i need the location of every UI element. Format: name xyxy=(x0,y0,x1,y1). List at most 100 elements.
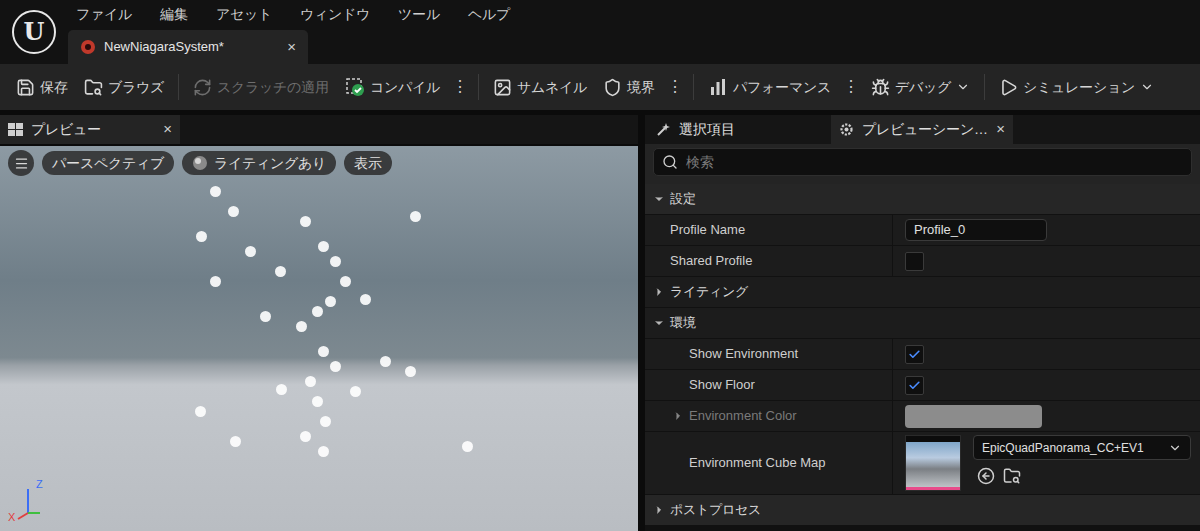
toolbar-button[interactable]: サムネイル xyxy=(485,73,595,102)
viewport-button[interactable]: パースペクティブ xyxy=(42,151,174,175)
bounds-icon xyxy=(603,78,622,97)
particle xyxy=(210,276,221,287)
menu-item[interactable]: ツール xyxy=(398,4,440,25)
expanded-arrow-icon[interactable] xyxy=(653,193,665,205)
particle xyxy=(350,386,361,397)
panel-tab[interactable]: 選択項目 xyxy=(648,115,823,144)
toolbar-separator xyxy=(693,74,694,100)
close-button[interactable]: × xyxy=(163,118,172,141)
axis-gizmo: ZX xyxy=(8,479,52,523)
collapsed-arrow-icon[interactable] xyxy=(653,504,665,516)
check-icon xyxy=(908,379,921,392)
checkbox[interactable] xyxy=(905,345,924,364)
particle xyxy=(245,246,256,257)
search-field[interactable]: 検索 xyxy=(653,148,1192,176)
particle xyxy=(318,446,329,457)
viewport-button[interactable]: ライティングあり xyxy=(182,151,336,175)
category-row[interactable]: ライティング xyxy=(645,277,1200,307)
panel-tab-label: プレビュー xyxy=(31,119,155,140)
thumbnail-icon xyxy=(493,78,512,97)
menu-item[interactable]: ファイル xyxy=(76,4,132,25)
particle xyxy=(312,306,323,317)
viewport-icon xyxy=(8,123,23,136)
toolbar-button-label: デバッグ xyxy=(895,77,951,98)
particle xyxy=(276,384,287,395)
particle xyxy=(325,296,336,307)
menu-item[interactable]: アセット xyxy=(216,4,272,25)
toolbar-button[interactable]: コンパイル xyxy=(337,73,448,102)
category-row[interactable]: 設定 xyxy=(645,184,1200,214)
hamburger-icon xyxy=(14,156,29,171)
particle xyxy=(312,396,323,407)
more-options-button[interactable]: ⋮ xyxy=(839,75,863,99)
axis-x-label: X xyxy=(8,512,15,523)
chevron-down-icon xyxy=(956,80,970,94)
toolbar-button[interactable]: デバッグ xyxy=(863,73,978,102)
property-label: Profile Name xyxy=(670,220,745,240)
menu-item[interactable]: 編集 xyxy=(160,4,188,25)
particle xyxy=(330,256,341,267)
checkbox[interactable] xyxy=(905,252,924,271)
search-placeholder: 検索 xyxy=(686,152,714,173)
toolbar-button[interactable]: パフォーマンス xyxy=(700,73,839,102)
viewport-menu-button[interactable] xyxy=(8,150,34,176)
particle xyxy=(318,346,329,357)
category-row[interactable]: 環境 xyxy=(645,308,1200,338)
toolbar-button-label: パフォーマンス xyxy=(733,77,831,98)
close-button[interactable]: × xyxy=(996,118,1005,141)
toolbar-button[interactable]: ブラウズ xyxy=(76,73,172,102)
checkbox[interactable] xyxy=(905,376,924,395)
asset-thumbnail[interactable] xyxy=(905,435,961,491)
more-options-button[interactable]: ⋮ xyxy=(663,75,687,99)
close-button[interactable]: × xyxy=(287,36,296,59)
menu-item[interactable]: ヘルプ xyxy=(468,4,510,25)
title-bar: Uファイル編集アセットウィンドウツールヘルプNewNiagaraSystem*× xyxy=(0,0,1200,64)
preview-panel: プレビュー × パースペクティブライティングあり表示 ZX xyxy=(0,115,638,531)
toolbar-separator xyxy=(478,74,479,100)
particle xyxy=(230,436,241,447)
toolbar-button-label: スクラッチの適用 xyxy=(217,77,329,98)
category-label: 設定 xyxy=(670,189,696,209)
panel-tab-label: 選択項目 xyxy=(679,119,815,140)
collapsed-arrow-icon[interactable] xyxy=(653,286,665,298)
viewport[interactable]: パースペクティブライティングあり表示 ZX xyxy=(0,146,638,531)
asset-dropdown[interactable]: EpicQuadPanorama_CC+EV1 xyxy=(973,435,1191,460)
toolbar-button[interactable]: 保存 xyxy=(8,73,76,102)
document-tab[interactable]: NewNiagaraSystem*× xyxy=(68,30,308,64)
collapsed-arrow-icon[interactable] xyxy=(672,410,684,422)
toolbar-button[interactable]: シミュレーション xyxy=(991,73,1162,102)
particle xyxy=(380,356,391,367)
particle xyxy=(410,211,421,222)
property-list: 設定 Profile Name Profile_0 Shared Profile ライテ… xyxy=(645,184,1200,531)
more-options-button[interactable]: ⋮ xyxy=(448,75,472,99)
toolbar-separator xyxy=(984,74,985,100)
particle xyxy=(318,241,329,252)
toolbar-button[interactable]: 境界 xyxy=(595,73,663,102)
expanded-arrow-icon[interactable] xyxy=(653,317,665,329)
panel-tab[interactable]: プレビュー × xyxy=(0,115,180,144)
particle xyxy=(320,416,331,427)
toolbar-button-label: サムネイル xyxy=(517,77,587,98)
property-row: Show Environment xyxy=(645,339,1200,369)
menu-item[interactable]: ウィンドウ xyxy=(300,4,370,25)
use-selected-icon[interactable] xyxy=(977,467,995,485)
property-row: Environment Cube MapEpicQuadPanorama_CC+… xyxy=(645,432,1200,494)
browse-asset-icon[interactable] xyxy=(1003,467,1021,485)
particle xyxy=(260,311,271,322)
particle xyxy=(305,376,316,387)
text-field[interactable]: Profile_0 xyxy=(905,219,1047,241)
panel-tab[interactable]: プレビューシーン…× xyxy=(831,115,1013,144)
property-label: Show Floor xyxy=(689,375,755,395)
compile-icon xyxy=(345,77,365,97)
debug-icon xyxy=(871,78,890,97)
check-icon xyxy=(908,348,921,361)
category-row[interactable]: ポストプロセス xyxy=(645,495,1200,525)
property-label: Shared Profile xyxy=(670,251,752,271)
particle xyxy=(210,186,221,197)
particle xyxy=(300,431,311,442)
toolbar: 保存ブラウズスクラッチの適用コンパイル⋮サムネイル境界⋮パフォーマンス⋮デバッグ… xyxy=(0,64,1200,110)
search-icon xyxy=(662,154,678,170)
viewport-button[interactable]: 表示 xyxy=(344,151,392,175)
category-label: ポストプロセス xyxy=(670,500,761,520)
toolbar-button-label: 境界 xyxy=(627,77,655,98)
